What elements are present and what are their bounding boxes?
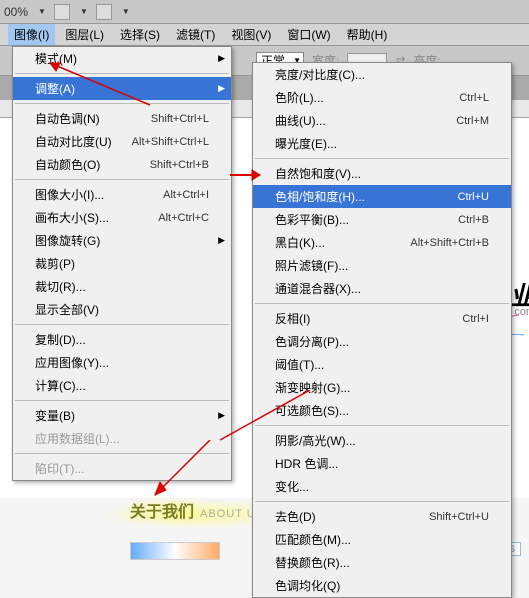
adj-brightness-contrast[interactable]: 亮度/对比度(C)... <box>253 63 511 86</box>
adj-photo-filter[interactable]: 照片滤镜(F)... <box>253 254 511 277</box>
separator <box>255 501 509 502</box>
adj-hdr-toning[interactable]: HDR 色调... <box>253 452 511 475</box>
thumbnail-image <box>130 542 220 560</box>
separator <box>15 73 229 74</box>
submenu-arrow-icon: ▶ <box>218 235 225 246</box>
adj-levels[interactable]: 色阶(L)...Ctrl+L <box>253 86 511 109</box>
submenu-arrow-icon: ▶ <box>218 83 225 94</box>
about-us-section: 关于我们 ABOUT US <box>130 498 264 522</box>
menu-trim[interactable]: 裁切(R)... <box>13 275 231 298</box>
separator <box>15 179 229 180</box>
menu-duplicate[interactable]: 复制(D)... <box>13 328 231 351</box>
menu-variables[interactable]: 变量(B)▶ <box>13 404 231 427</box>
menu-auto-tone[interactable]: 自动色调(N)Shift+Ctrl+L <box>13 107 231 130</box>
adj-black-white[interactable]: 黑白(K)...Alt+Shift+Ctrl+B <box>253 231 511 254</box>
adjustments-submenu: 亮度/对比度(C)... 色阶(L)...Ctrl+L 曲线(U)...Ctrl… <box>252 62 512 598</box>
menu-trap: 陷印(T)... <box>13 457 231 480</box>
menu-apply-data-set: 应用数据组(L)... <box>13 427 231 450</box>
menu-select[interactable]: 选择(S) <box>114 24 166 45</box>
adj-vibrance[interactable]: 自然饱和度(V)... <box>253 162 511 185</box>
separator <box>255 425 509 426</box>
separator <box>15 103 229 104</box>
menu-help[interactable]: 帮助(H) <box>341 24 394 45</box>
menu-adjustments[interactable]: 调整(A)▶ <box>13 77 231 100</box>
menu-crop[interactable]: 裁剪(P) <box>13 252 231 275</box>
menu-view[interactable]: 视图(V) <box>225 24 277 45</box>
adj-channel-mixer[interactable]: 通道混合器(X)... <box>253 277 511 300</box>
about-us-cn: 关于我们 <box>130 498 194 522</box>
adj-variations[interactable]: 变化... <box>253 475 511 498</box>
dropdown-arrow-icon[interactable]: ▼ <box>38 7 46 16</box>
hand-tool-icon[interactable] <box>54 4 70 20</box>
adj-hue-saturation[interactable]: 色相/饱和度(H)...Ctrl+U <box>253 185 511 208</box>
separator <box>15 453 229 454</box>
menu-image-size[interactable]: 图像大小(I)...Alt+Ctrl+I <box>13 183 231 206</box>
adj-replace-color[interactable]: 替换颜色(R)... <box>253 551 511 574</box>
adj-gradient-map[interactable]: 渐变映射(G)... <box>253 376 511 399</box>
menu-canvas-size[interactable]: 画布大小(S)...Alt+Ctrl+C <box>13 206 231 229</box>
menu-mode[interactable]: 模式(M)▶ <box>13 47 231 70</box>
adj-curves[interactable]: 曲线(U)...Ctrl+M <box>253 109 511 132</box>
menu-image-rotation[interactable]: 图像旋转(G)▶ <box>13 229 231 252</box>
adj-invert[interactable]: 反相(I)Ctrl+I <box>253 307 511 330</box>
adj-posterize[interactable]: 色调分离(P)... <box>253 330 511 353</box>
adj-equalize[interactable]: 色调均化(Q) <box>253 574 511 597</box>
adj-exposure[interactable]: 曝光度(E)... <box>253 132 511 155</box>
separator <box>255 303 509 304</box>
menu-calculations[interactable]: 计算(C)... <box>13 374 231 397</box>
menu-image[interactable]: 图像(I) <box>8 24 55 45</box>
submenu-arrow-icon: ▶ <box>218 53 225 64</box>
dropdown-arrow-icon[interactable]: ▼ <box>80 7 88 16</box>
menu-layer[interactable]: 图层(L) <box>59 24 110 45</box>
submenu-arrow-icon: ▶ <box>218 410 225 421</box>
menu-auto-color[interactable]: 自动颜色(O)Shift+Ctrl+B <box>13 153 231 176</box>
dropdown-arrow-icon[interactable]: ▼ <box>122 7 130 16</box>
separator <box>15 324 229 325</box>
menu-auto-contrast[interactable]: 自动对比度(U)Alt+Shift+Ctrl+L <box>13 130 231 153</box>
menu-window[interactable]: 窗口(W) <box>281 24 336 45</box>
menu-filter[interactable]: 滤镜(T) <box>170 24 221 45</box>
menu-bar: 图像(I) 图层(L) 选择(S) 滤镜(T) 视图(V) 窗口(W) 帮助(H… <box>0 24 529 46</box>
zoom-level: 00% <box>4 5 28 19</box>
menu-reveal-all[interactable]: 显示全部(V) <box>13 298 231 321</box>
adj-threshold[interactable]: 阈值(T)... <box>253 353 511 376</box>
adj-shadows-highlights[interactable]: 阴影/高光(W)... <box>253 429 511 452</box>
separator <box>255 158 509 159</box>
menu-apply-image[interactable]: 应用图像(Y)... <box>13 351 231 374</box>
adj-desaturate[interactable]: 去色(D)Shift+Ctrl+U <box>253 505 511 528</box>
adj-selective-color[interactable]: 可选颜色(S)... <box>253 399 511 422</box>
image-menu-panel: 模式(M)▶ 调整(A)▶ 自动色调(N)Shift+Ctrl+L 自动对比度(… <box>12 46 232 481</box>
top-toolbar: 00% ▼ ▼ ▼ <box>0 0 529 24</box>
screen-mode-icon[interactable] <box>96 4 112 20</box>
separator <box>15 400 229 401</box>
adj-color-balance[interactable]: 色彩平衡(B)...Ctrl+B <box>253 208 511 231</box>
adj-match-color[interactable]: 匹配颜色(M)... <box>253 528 511 551</box>
